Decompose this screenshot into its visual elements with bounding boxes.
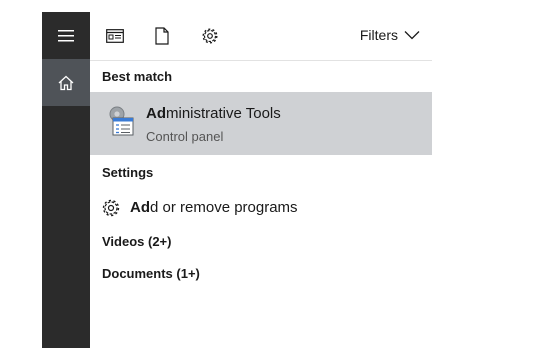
admin-tools-icon — [106, 105, 136, 139]
documents-filter-button[interactable] — [150, 24, 174, 48]
filters-label: Filters — [359, 27, 398, 43]
videos-header[interactable]: Videos (2+) — [102, 234, 171, 249]
gear-icon — [102, 199, 120, 217]
home-button[interactable] — [42, 59, 90, 106]
settings-filter-button[interactable] — [198, 24, 222, 48]
documents-header[interactable]: Documents (1+) — [102, 266, 200, 281]
menu-button[interactable] — [42, 12, 90, 59]
chevron-down-icon — [404, 31, 420, 40]
add-remove-programs-label-bold: Ad — [130, 199, 150, 216]
filters-dropdown[interactable]: Filters — [360, 27, 420, 43]
best-match-header: Best match — [102, 69, 173, 84]
home-icon — [58, 75, 74, 90]
add-remove-programs-label-rest: d or remove programs — [150, 199, 298, 216]
settings-header: Settings — [102, 165, 154, 180]
search-results-panel: Filters Best match Administrative Tools — [90, 12, 432, 348]
results-toolbar: Filters — [90, 12, 432, 60]
toolbar-divider — [90, 60, 432, 61]
nav-rail — [42, 12, 90, 348]
best-match-subtitle: Control panel — [146, 129, 224, 144]
add-remove-programs-label: Add or remove programs — [130, 199, 298, 216]
document-icon — [155, 27, 169, 45]
apps-filter-button[interactable] — [103, 24, 127, 48]
hamburger-icon — [58, 29, 74, 41]
best-match-title: Administrative Tools — [146, 105, 281, 122]
best-match-title-bold: Ad — [146, 105, 166, 122]
best-match-result[interactable]: Administrative Tools Control panel — [90, 92, 432, 155]
add-remove-programs-result[interactable]: Add or remove programs — [90, 194, 432, 222]
best-match-title-rest: ministrative Tools — [166, 105, 281, 122]
gear-icon — [202, 28, 218, 44]
apps-icon — [106, 29, 124, 43]
